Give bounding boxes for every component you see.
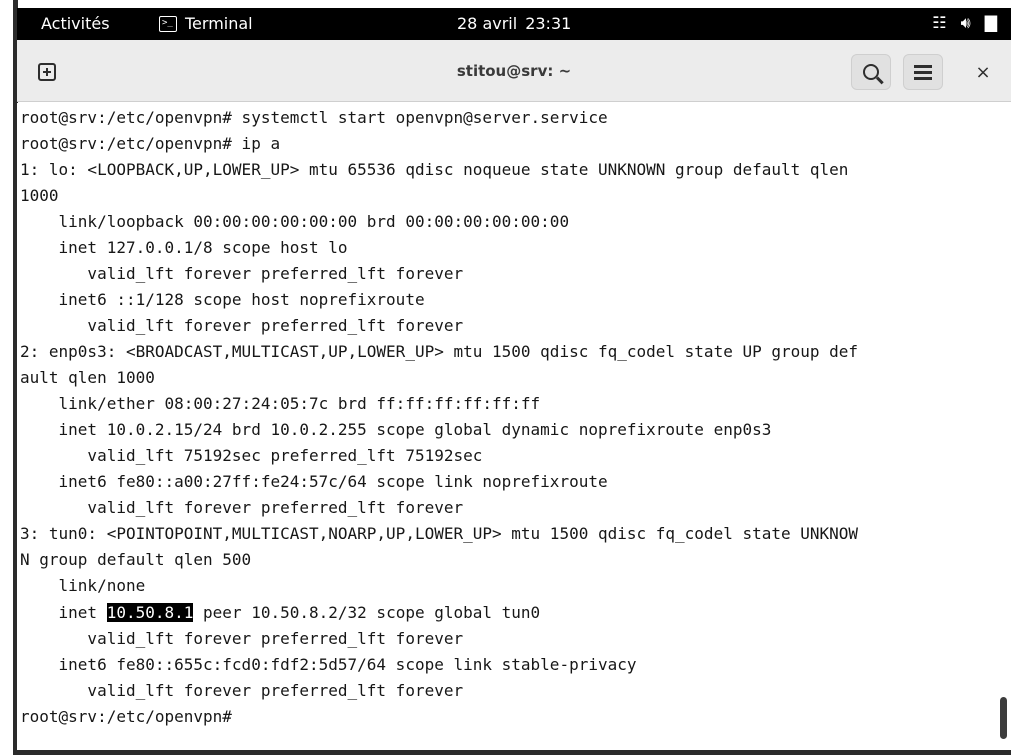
battery-icon: ▇	[984, 13, 997, 32]
line-prefix: inet	[20, 603, 107, 622]
gnome-top-bar: Activités >_ Terminal 28 avril 23:31 ☷ 🔊…	[17, 8, 1011, 40]
terminal-line: valid_lft forever preferred_lft forever	[20, 316, 464, 335]
terminal-line: link/loopback 00:00:00:00:00:00 brd 00:0…	[20, 212, 570, 231]
terminal-line: 3: tun0: <POINTOPOINT,MULTICAST,NOARP,UP…	[20, 524, 859, 543]
terminal-headerbar: stitou@srv: ~ ×	[17, 40, 1011, 102]
line-suffix: peer 10.50.8.2/32 scope global tun0	[193, 603, 541, 622]
terminal-line: N group default qlen 500	[20, 550, 252, 569]
terminal-line: inet6 fe80::a00:27ff:fe24:57c/64 scope l…	[20, 472, 608, 491]
menu-button[interactable]	[903, 54, 943, 90]
terminal-line: 2: enp0s3: <BROADCAST,MULTICAST,UP,LOWER…	[20, 342, 859, 361]
terminal-icon: >_	[159, 15, 177, 32]
scrollbar-thumb[interactable]	[1000, 697, 1007, 739]
terminal-line: inet6 ::1/128 scope host noprefixroute	[20, 290, 425, 309]
clock[interactable]: 28 avril 23:31	[457, 14, 571, 33]
terminal-line: valid_lft forever preferred_lft forever	[20, 681, 464, 700]
selected-text[interactable]: 10.50.8.1	[106, 603, 194, 622]
terminal-line: valid_lft forever preferred_lft forever	[20, 264, 464, 283]
clock-date: 28 avril	[457, 14, 518, 33]
terminal-line: 1000	[20, 186, 59, 205]
terminal-output[interactable]: root@srv:/etc/openvpn# systemctl start o…	[17, 103, 995, 750]
terminal-line: valid_lft 75192sec preferred_lft 75192se…	[20, 446, 483, 465]
close-button[interactable]: ×	[965, 54, 1001, 90]
terminal-line: root@srv:/etc/openvpn# systemctl start o…	[20, 108, 608, 127]
search-icon	[863, 64, 879, 80]
scrollbar[interactable]	[997, 103, 1011, 750]
clock-time: 23:31	[525, 14, 572, 33]
network-icon: ☷	[932, 13, 947, 32]
terminal-line: 1: lo: <LOOPBACK,UP,LOWER_UP> mtu 65536 …	[20, 160, 849, 179]
volume-icon: 🔊︎	[960, 13, 971, 32]
system-tray[interactable]: ☷ 🔊︎ ▇	[932, 13, 997, 33]
terminal-line: root@srv:/etc/openvpn# ip a	[20, 134, 281, 153]
search-button[interactable]	[851, 54, 891, 90]
terminal-line: valid_lft forever preferred_lft forever	[20, 629, 464, 648]
terminal-line: inet 127.0.0.1/8 scope host lo	[20, 238, 348, 257]
terminal-line: valid_lft forever preferred_lft forever	[20, 498, 464, 517]
terminal-line: inet 10.0.2.15/24 brd 10.0.2.255 scope g…	[20, 420, 772, 439]
close-icon: ×	[975, 61, 991, 83]
terminal-line: link/none	[20, 576, 146, 595]
terminal-line: inet6 fe80::655c:fcd0:fdf2:5d57/64 scope…	[20, 655, 637, 674]
window-frame-bottom	[13, 750, 1011, 755]
terminal-line-selected: inet 10.50.8.1 peer 10.50.8.2/32 scope g…	[20, 600, 540, 626]
app-menu-label: Terminal	[185, 14, 253, 33]
app-menu[interactable]: >_ Terminal	[159, 14, 253, 33]
terminal-line: ault qlen 1000	[20, 368, 155, 387]
terminal-prompt[interactable]: root@srv:/etc/openvpn#	[20, 704, 242, 730]
terminal-line: link/ether 08:00:27:24:05:7c brd ff:ff:f…	[20, 394, 541, 413]
activities-button[interactable]: Activités	[41, 14, 110, 33]
hamburger-menu-icon	[914, 65, 932, 80]
